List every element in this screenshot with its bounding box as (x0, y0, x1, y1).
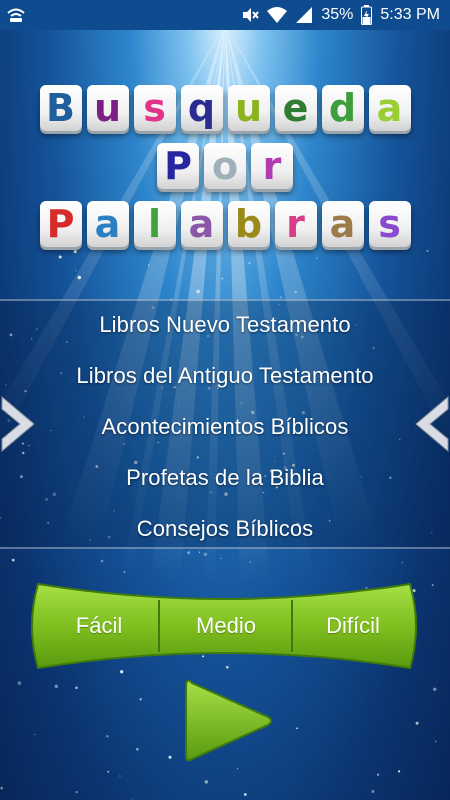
scroll-right-arrow-icon[interactable] (414, 395, 450, 453)
battery-icon (361, 5, 373, 25)
menu-item-nuevo-testamento[interactable]: Libros Nuevo Testamento (40, 312, 410, 338)
play-button[interactable] (180, 673, 276, 769)
title-letter-tile: P (157, 143, 199, 189)
difficulty-hard-button[interactable]: Difícil (294, 606, 412, 646)
battery-percent: 35% (321, 6, 354, 23)
title-letter-tile: r (251, 143, 293, 189)
title-letter-tile: s (133, 85, 176, 131)
menu-item-consejos[interactable]: Consejos Bíblicos (40, 516, 410, 542)
title-letter-tile: s (368, 201, 411, 247)
title-letter-tile: q (180, 85, 223, 131)
mute-icon (241, 6, 260, 24)
status-bar: 35% 5:33 PM (0, 0, 450, 30)
title-row-palabras: Palabras (0, 201, 450, 247)
difficulty-medium-button[interactable]: Medio (160, 606, 292, 646)
scroll-left-arrow-icon[interactable] (0, 395, 36, 453)
title-letter-tile: u (86, 85, 129, 131)
title-letter-tile: e (274, 85, 317, 131)
wifi-icon (267, 6, 288, 24)
title-letter-tile: a (321, 201, 364, 247)
menu-item-antiguo-testamento[interactable]: Libros del Antiguo Testamento (40, 363, 410, 389)
title-letter-tile: a (180, 201, 223, 247)
play-triangle-icon (185, 679, 272, 762)
clock: 5:33 PM (380, 6, 440, 23)
title-row-busqueda: Busqueda (0, 85, 450, 131)
title-row-por: Por (0, 143, 450, 189)
signal-icon (295, 6, 313, 24)
wifi-hotspot-icon (6, 7, 26, 23)
title-letter-tile: B (39, 85, 82, 131)
title-letter-tile: o (204, 143, 246, 189)
difficulty-selector: Fácil Medio Difícil (30, 578, 418, 674)
difficulty-easy-button[interactable]: Fácil (40, 606, 158, 646)
title-letter-tile: a (368, 85, 411, 131)
title-letter-tile: b (227, 201, 270, 247)
title-letter-tile: a (86, 201, 129, 247)
title-letter-tile: u (227, 85, 270, 131)
menu-item-profetas[interactable]: Profetas de la Biblia (40, 465, 410, 491)
title-letter-tile: r (274, 201, 317, 247)
title-letter-tile: d (321, 85, 364, 131)
title-letter-tile: l (133, 201, 176, 247)
title-letter-tile: P (39, 201, 82, 247)
menu-item-acontecimientos[interactable]: Acontecimientos Bíblicos (40, 414, 410, 440)
